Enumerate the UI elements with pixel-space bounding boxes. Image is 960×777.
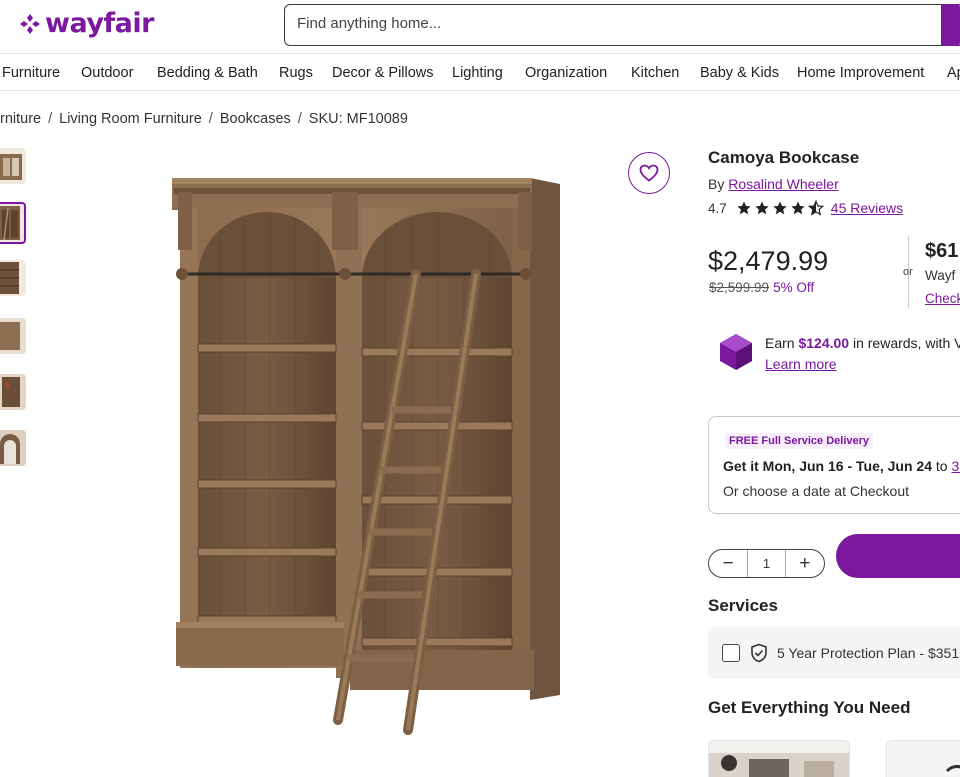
original-price: $2,599.99 [709, 280, 770, 295]
reviews-link[interactable]: 45 Reviews [831, 200, 903, 216]
breadcrumb: rniture / Living Room Furniture / Bookcases /… [0, 111, 408, 127]
star-half-icon [807, 200, 824, 216]
star-rating [735, 200, 825, 216]
product-thumbnail[interactable] [0, 430, 26, 466]
heart-icon [639, 164, 659, 182]
star-icon [755, 201, 769, 215]
breadcrumb-item[interactable]: rniture [0, 111, 41, 127]
breadcrumb-separator: / [297, 111, 302, 127]
product-title: Camoya Bookcase [708, 148, 860, 167]
delivery-checkout-note: Or choose a date at Checkout [723, 483, 909, 499]
breadcrumb-separator: / [208, 111, 213, 127]
recommendation-card[interactable] [708, 740, 850, 777]
product-brand-line: By Rosalind Wheeler [708, 176, 839, 192]
star-icon [737, 201, 751, 215]
product-image [172, 178, 560, 735]
financing-provider: Wayf [925, 268, 956, 283]
star-icon [773, 201, 787, 215]
search-bar[interactable] [284, 4, 960, 46]
product-thumbnail[interactable] [0, 318, 26, 354]
nav-item-home-improvement[interactable]: Home Improvement [797, 65, 924, 81]
recommendation-card[interactable] [886, 740, 960, 777]
brand-link[interactable]: Rosalind Wheeler [728, 176, 839, 192]
services-heading: Services [708, 596, 778, 615]
nav-item-more[interactable]: Ap [947, 65, 960, 81]
delivery-box: FREE Full Service Delivery Get it Mon, J… [708, 416, 960, 514]
rewards-trailing: V [954, 335, 960, 351]
logo-text: wayfair [45, 8, 154, 39]
get-everything-heading: Get Everything You Need [708, 698, 911, 717]
financing-price: $61 [925, 240, 959, 262]
breadcrumb-item[interactable]: Living Room Furniture [59, 111, 202, 127]
decrement-button[interactable]: − [709, 550, 747, 577]
delivery-estimate: Get it Mon, Jun 16 - Tue, Jun 24 to 371 [723, 458, 960, 474]
rewards-prefix: Earn [765, 335, 795, 351]
product-thumbnail[interactable] [0, 374, 26, 410]
recommendation-image [887, 741, 960, 777]
rewards-text: Earn $124.00 in rewards, with V [765, 335, 960, 351]
delivery-zip-link[interactable]: 371 [951, 458, 960, 474]
search-button[interactable] [941, 4, 960, 46]
sale-price: $2,479.99 [708, 246, 829, 276]
delivery-to-label: to [935, 458, 948, 474]
nav-item-rugs[interactable]: Rugs [279, 65, 313, 81]
protection-plan-option[interactable]: 5 Year Protection Plan - $351 [708, 627, 960, 679]
quantity-stepper: − 1 + [708, 549, 825, 578]
product-rating: 4.7 45 Reviews [708, 200, 903, 216]
rating-value: 4.7 [708, 200, 727, 216]
wayfair-logo[interactable]: wayfair [18, 8, 154, 39]
or-label: or [903, 266, 913, 278]
increment-button[interactable]: + [786, 550, 824, 577]
logo-mark-icon [20, 13, 40, 34]
delivery-dates: Get it Mon, Jun 16 - Tue, Jun 24 [723, 458, 932, 474]
nav-item-baby-kids[interactable]: Baby & Kids [700, 65, 779, 81]
nav-item-furniture[interactable]: Furniture [2, 65, 60, 81]
nav-item-kitchen[interactable]: Kitchen [631, 65, 679, 81]
nav-item-outdoor[interactable]: Outdoor [81, 65, 133, 81]
learn-more-link[interactable]: Learn more [765, 356, 837, 372]
product-thumbnail[interactable] [0, 148, 26, 184]
nav-item-lighting[interactable]: Lighting [452, 65, 503, 81]
category-nav: Furniture Outdoor Bedding & Bath Rugs De… [0, 55, 960, 91]
product-thumbnail-selected[interactable] [0, 202, 26, 244]
star-icon [791, 201, 805, 215]
delivery-badge: FREE Full Service Delivery [725, 433, 874, 449]
add-to-cart-button[interactable] [836, 534, 960, 578]
rewards-suffix: in rewards, with [852, 335, 951, 351]
protection-plan-checkbox[interactable] [722, 644, 740, 662]
product-thumbnail[interactable] [0, 260, 26, 296]
breadcrumb-sku: SKU: MF10089 [308, 111, 408, 127]
quantity-value[interactable]: 1 [747, 550, 786, 577]
breadcrumb-separator: / [48, 111, 53, 127]
nav-item-organization[interactable]: Organization [525, 65, 607, 81]
nav-item-bedding-bath[interactable]: Bedding & Bath [157, 65, 258, 81]
site-header: wayfair [0, 0, 960, 54]
recommendation-image [709, 741, 849, 777]
nav-item-decor-pillows[interactable]: Decor & Pillows [332, 65, 434, 81]
shield-check-icon [751, 643, 767, 663]
breadcrumb-item[interactable]: Bookcases [220, 111, 291, 127]
search-input[interactable] [297, 15, 897, 32]
protection-plan-label: 5 Year Protection Plan - $351 [777, 645, 960, 661]
favorite-button[interactable] [628, 152, 670, 194]
price-comparison: $2,599.99 5% Off [709, 280, 814, 295]
discount-label: 5% Off [773, 280, 815, 295]
rewards-gem-icon [720, 334, 752, 370]
rewards-amount: $124.00 [798, 335, 850, 351]
by-label: By [708, 176, 725, 192]
financing-check-link[interactable]: Check [925, 291, 960, 306]
